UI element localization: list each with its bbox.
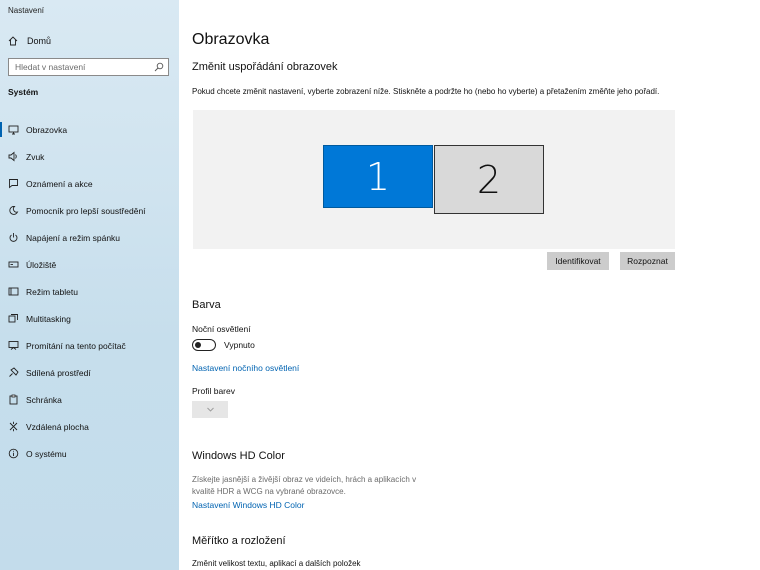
sidebar-item-label: Multitasking (26, 313, 71, 324)
display-arrangement-area: 1 2 (193, 110, 675, 249)
sidebar-item-label: Pomocník pro lepší soustředění (26, 205, 146, 216)
window-title: Nastavení (8, 6, 45, 15)
sidebar-item-about[interactable]: O systému (0, 440, 179, 467)
sidebar-item-shared-experiences[interactable]: Sdílená prostředí (0, 359, 179, 386)
info-icon (8, 448, 19, 459)
sidebar-item-sound[interactable]: Zvuk (0, 143, 179, 170)
sidebar-item-label: Schránka (26, 394, 62, 405)
section-heading: Systém (8, 87, 39, 97)
monitor-2[interactable]: 2 (434, 145, 544, 214)
monitor-icon (8, 124, 19, 135)
night-light-settings-link[interactable]: Nastavení nočního osvětlení (192, 363, 299, 373)
chevron-down-icon (206, 407, 214, 412)
sidebar-nav: Obrazovka Zvuk Oznámení a akce Pomocník … (0, 116, 179, 467)
sidebar-item-label: Napájení a režim spánku (26, 232, 121, 243)
sidebar: Nastavení Domů Hledat v nastavení Systém… (0, 0, 179, 570)
search-icon (154, 62, 164, 72)
hdr-settings-link[interactable]: Nastavení Windows HD Color (192, 500, 304, 510)
home-link[interactable]: Domů (8, 34, 51, 48)
sidebar-item-label: O systému (26, 448, 67, 459)
change-size-label: Změnit velikost textu, aplikací a dalšíc… (192, 559, 361, 568)
scale-heading: Měřítko a rozložení (192, 535, 286, 547)
hdr-description-line2: kvalitě HDR a WCG na vybrané obrazovce. (192, 487, 346, 496)
hdr-heading: Windows HD Color (192, 450, 285, 462)
arrangement-description: Pokud chcete změnit nastavení, vyberte z… (192, 87, 660, 96)
storage-icon (8, 259, 19, 270)
page-title: Obrazovka (192, 31, 270, 48)
home-icon (8, 36, 18, 46)
home-label: Domů (27, 36, 52, 46)
sidebar-item-label: Obrazovka (26, 124, 68, 135)
color-heading: Barva (192, 299, 221, 311)
remote-desktop-icon (8, 421, 19, 432)
shared-icon (8, 367, 19, 378)
search-input[interactable]: Hledat v nastavení (8, 58, 169, 76)
sidebar-item-remote-desktop[interactable]: Vzdálená plocha (0, 413, 179, 440)
sidebar-item-display[interactable]: Obrazovka (0, 116, 179, 143)
night-light-label: Noční osvětlení (192, 324, 251, 334)
sidebar-item-multitasking[interactable]: Multitasking (0, 305, 179, 332)
sidebar-item-storage[interactable]: Úložiště (0, 251, 179, 278)
sidebar-item-tablet-mode[interactable]: Režim tabletu (0, 278, 179, 305)
sidebar-item-clipboard[interactable]: Schránka (0, 386, 179, 413)
tablet-icon (8, 286, 19, 297)
sidebar-item-label: Promítání na tento počítač (26, 340, 126, 351)
monitor-2-number: 2 (476, 157, 502, 202)
arrangement-heading: Změnit uspořádání obrazovek (192, 61, 338, 73)
monitor-1[interactable]: 1 (323, 145, 433, 208)
speaker-icon (8, 151, 19, 162)
toggle-knob (195, 341, 201, 348)
color-profile-label: Profil barev (192, 386, 235, 396)
detect-button[interactable]: Rozpoznat (620, 252, 675, 270)
color-profile-dropdown[interactable] (192, 401, 228, 418)
clipboard-icon (8, 394, 19, 405)
sidebar-item-label: Oznámení a akce (26, 178, 93, 189)
identify-button[interactable]: Identifikovat (547, 252, 609, 270)
project-icon (8, 340, 19, 351)
sidebar-item-projecting[interactable]: Promítání na tento počítač (0, 332, 179, 359)
sidebar-item-label: Sdílená prostředí (26, 367, 91, 378)
night-light-state: Vypnuto (224, 340, 255, 350)
sidebar-item-label: Zvuk (26, 151, 45, 162)
night-light-toggle[interactable] (192, 339, 216, 351)
sidebar-item-label: Úložiště (26, 259, 57, 270)
moon-icon (8, 205, 19, 216)
power-icon (8, 232, 19, 243)
sidebar-item-label: Vzdálená plocha (26, 421, 89, 432)
night-light-toggle-row: Vypnuto (192, 339, 255, 351)
hdr-description-line1: Získejte jasnější a živější obraz ve vid… (192, 475, 417, 484)
main-content: Obrazovka Změnit uspořádání obrazovek Po… (179, 0, 760, 570)
notification-icon (8, 178, 19, 189)
monitor-1-number: 1 (365, 154, 391, 199)
search-placeholder: Hledat v nastavení (15, 62, 86, 72)
sidebar-item-focus-assist[interactable]: Pomocník pro lepší soustředění (0, 197, 179, 224)
sidebar-item-label: Režim tabletu (26, 286, 78, 297)
multitasking-icon (8, 313, 19, 324)
sidebar-item-notifications[interactable]: Oznámení a akce (0, 170, 179, 197)
sidebar-item-power[interactable]: Napájení a režim spánku (0, 224, 179, 251)
